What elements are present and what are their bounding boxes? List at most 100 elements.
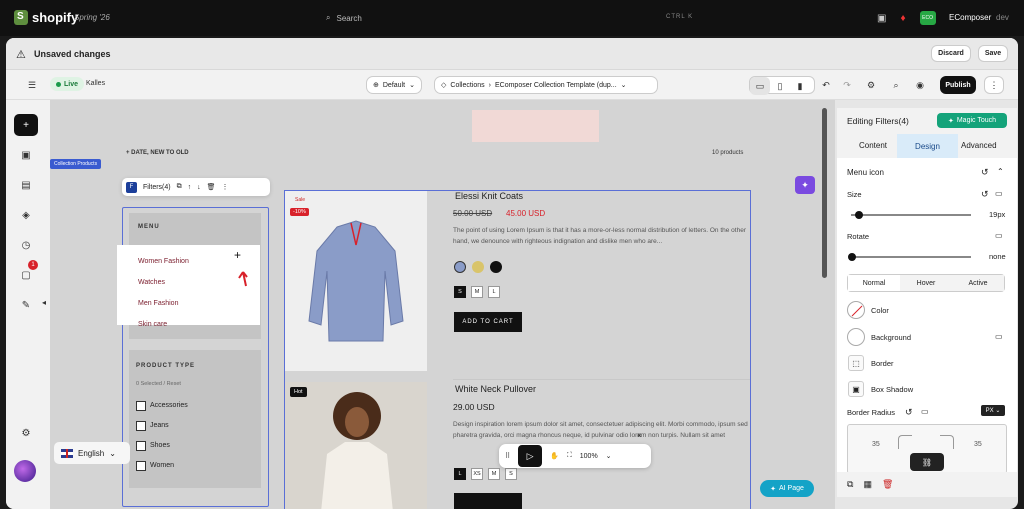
store-name[interactable]: EComposer: [949, 13, 991, 22]
tab-content[interactable]: Content: [859, 141, 887, 150]
tab-design[interactable]: Design: [897, 134, 958, 158]
more-icon[interactable]: ⋮: [984, 76, 1004, 94]
size-slider-knob[interactable]: [855, 211, 863, 219]
section-tag[interactable]: Collection Products: [50, 159, 102, 169]
box-shadow-icon[interactable]: ▣: [848, 381, 864, 397]
magic-sparkle-icon[interactable]: ✦: [795, 176, 815, 194]
pages-icon[interactable]: ▣: [14, 144, 38, 166]
preview-search-icon[interactable]: ⌕: [886, 76, 906, 94]
duplicate-icon[interactable]: ⧉: [177, 183, 182, 191]
close-icon[interactable]: ×: [637, 431, 642, 440]
menu-item[interactable]: Watches: [138, 279, 165, 286]
size-option[interactable]: S: [454, 286, 466, 298]
checkbox[interactable]: [136, 401, 146, 411]
gear-icon[interactable]: ⚙: [14, 422, 38, 444]
save-button[interactable]: Save: [978, 45, 1008, 62]
canvas-scrollbar[interactable]: [822, 108, 827, 278]
search-bar[interactable]: ⌕ Search: [326, 13, 362, 23]
ai-page-button[interactable]: ✦ AI Page: [760, 480, 814, 497]
hamburger-icon[interactable]: ☰: [22, 76, 42, 94]
eye-icon[interactable]: ◉: [910, 76, 930, 94]
discard-button[interactable]: Discard: [931, 45, 971, 62]
tab-advanced[interactable]: Advanced: [961, 141, 997, 150]
checkbox[interactable]: [136, 421, 146, 431]
mobile-icon[interactable]: ▮: [790, 77, 810, 95]
background-swatch-icon[interactable]: [847, 328, 865, 346]
template-icon[interactable]: ▦: [863, 479, 872, 490]
desktop-icon[interactable]: ▭: [995, 332, 1003, 341]
desktop-icon[interactable]: ▭: [921, 407, 929, 416]
border-icon[interactable]: ⬚: [848, 355, 864, 371]
template-select[interactable]: ◇ Collections › EComposer Collection Templa…: [434, 76, 658, 94]
arrow-up-icon[interactable]: ↑: [188, 184, 192, 191]
radius-top-right[interactable]: 35: [974, 441, 982, 448]
color-swatch-icon[interactable]: [847, 301, 865, 319]
menu-item[interactable]: Men Fashion: [138, 300, 178, 307]
delete-icon[interactable]: 🗑: [207, 183, 216, 191]
swatch-black[interactable]: [490, 261, 502, 273]
undo-icon[interactable]: ↶: [816, 76, 836, 94]
size-option[interactable]: XS: [471, 468, 483, 480]
rotate-slider-track[interactable]: [851, 256, 971, 258]
zoom-level[interactable]: 100%: [580, 453, 598, 460]
size-option[interactable]: L: [454, 468, 466, 480]
unit-select[interactable]: PX ⌄: [981, 405, 1005, 416]
more-icon[interactable]: ⋮: [222, 183, 229, 191]
settings-sliders-icon[interactable]: ⚙: [861, 76, 881, 94]
add-element-icon[interactable]: +: [14, 114, 38, 136]
size-option[interactable]: M: [488, 468, 500, 480]
collapse-arrow-icon[interactable]: ◂: [42, 298, 46, 307]
inbox-icon[interactable]: ▣: [877, 13, 886, 24]
shopify-logo[interactable]: shopify: [14, 10, 78, 25]
tablet-icon[interactable]: ▯: [770, 77, 790, 95]
layers-icon[interactable]: ◈: [14, 204, 38, 226]
size-option[interactable]: S: [505, 468, 517, 480]
swatch-yellow[interactable]: [472, 261, 484, 273]
selected-reset[interactable]: 0 Selected / Reset: [136, 381, 181, 387]
size-option[interactable]: L: [488, 286, 500, 298]
select-cursor-icon[interactable]: ▷: [518, 445, 543, 467]
delete-icon[interactable]: 🗑: [882, 479, 893, 490]
add-to-cart-button[interactable]: ADD TO CART: [454, 312, 522, 332]
chevron-down-icon[interactable]: ⌄: [606, 452, 612, 460]
size-option[interactable]: M: [471, 286, 483, 298]
reset-icon[interactable]: ↺: [905, 407, 913, 418]
desktop-icon[interactable]: ▭: [995, 189, 1003, 198]
history-icon[interactable]: ◷: [14, 234, 38, 256]
language-select[interactable]: English ⌄: [54, 442, 130, 464]
state-hover[interactable]: Hover: [900, 275, 952, 291]
bell-icon[interactable]: ♦: [900, 13, 905, 24]
chevron-up-icon[interactable]: ⌃: [997, 167, 1004, 176]
rotate-slider-knob[interactable]: [848, 253, 856, 261]
state-active[interactable]: Active: [952, 275, 1004, 291]
drag-handle-icon[interactable]: ⠿: [505, 452, 510, 460]
link-icon[interactable]: ⛓: [910, 453, 944, 471]
menu-item[interactable]: Skin care: [138, 321, 167, 328]
state-normal[interactable]: Normal: [848, 275, 900, 291]
sections-icon[interactable]: ▤: [14, 174, 38, 196]
copy-icon[interactable]: ⧉: [847, 479, 853, 490]
fit-icon[interactable]: ⛶: [567, 452, 572, 460]
reset-icon[interactable]: ↺: [981, 189, 989, 200]
brush-icon[interactable]: ✎: [14, 294, 38, 316]
menu-item[interactable]: Women Fashion: [138, 258, 189, 265]
sort-label[interactable]: + DATE, NEW TO OLD: [126, 150, 189, 156]
checkbox[interactable]: [136, 461, 146, 471]
magic-touch-button[interactable]: ✦ Magic Touch: [937, 113, 1007, 128]
arrow-down-icon[interactable]: ↓: [197, 184, 201, 191]
product-title[interactable]: Elessi Knit Coats: [455, 191, 523, 201]
checkbox[interactable]: [136, 441, 146, 451]
publish-button[interactable]: Publish: [940, 76, 976, 94]
add-to-cart-button[interactable]: [454, 493, 522, 509]
product-image[interactable]: [285, 382, 427, 509]
product-image[interactable]: [285, 191, 427, 371]
store-badge[interactable]: ECO: [919, 11, 936, 25]
view-select[interactable]: ⊕ Default ⌄: [366, 76, 422, 94]
size-slider-track[interactable]: [851, 214, 971, 216]
product-title[interactable]: White Neck Pullover: [455, 384, 536, 394]
assistant-orb-icon[interactable]: [14, 460, 36, 482]
desktop-icon[interactable]: ▭: [750, 77, 770, 95]
swatch-blue[interactable]: [454, 261, 466, 273]
desktop-icon[interactable]: ▭: [995, 231, 1003, 240]
reset-icon[interactable]: ↺: [981, 167, 989, 178]
